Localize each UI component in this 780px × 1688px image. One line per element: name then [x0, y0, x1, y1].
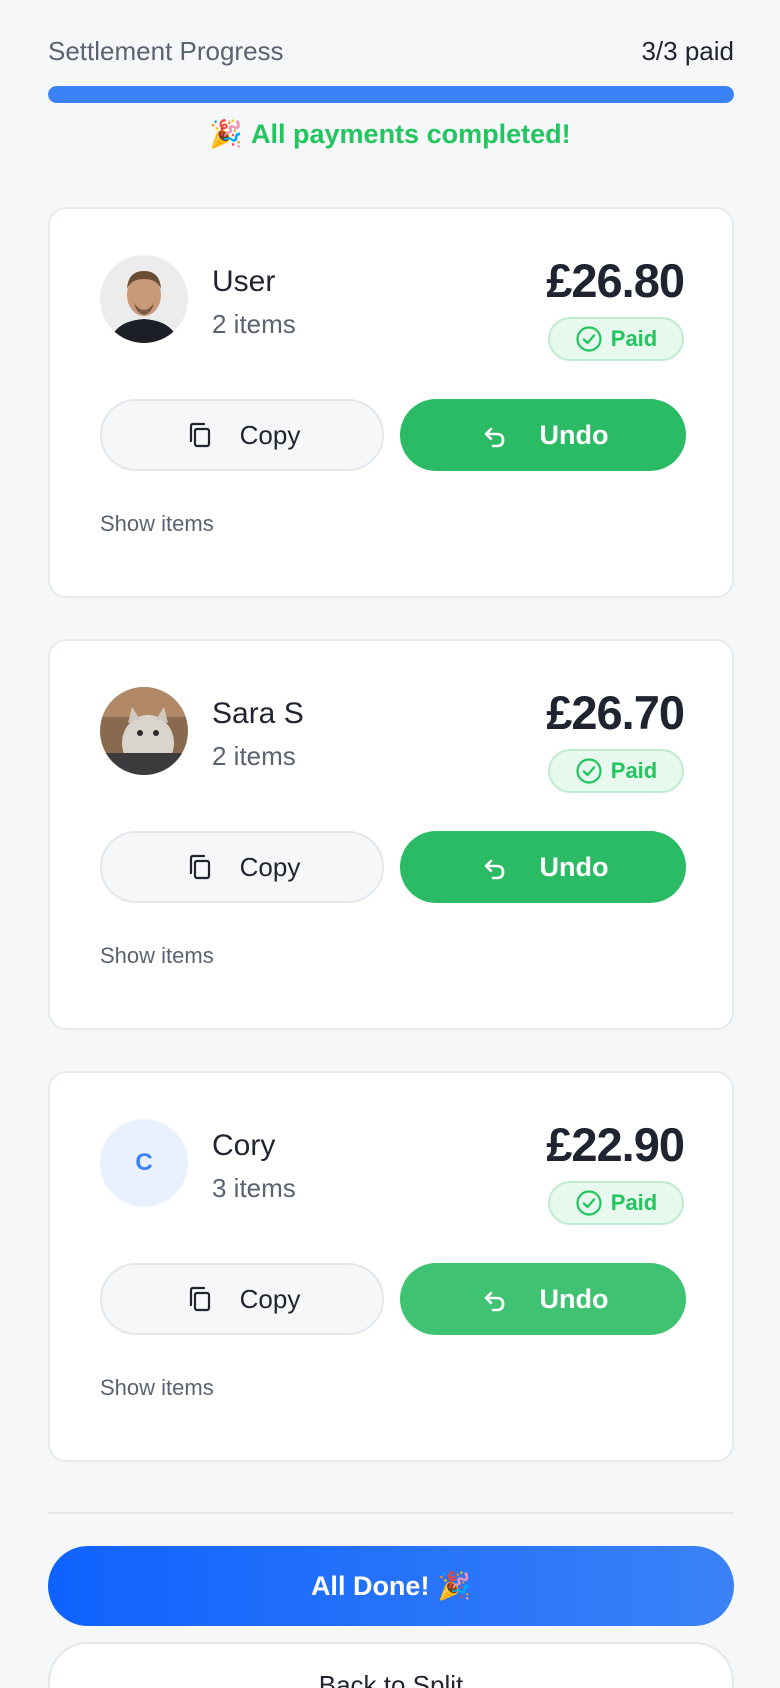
progress-header: Settlement Progress 3/3 paid [48, 36, 734, 66]
cat-photo-icon [100, 687, 188, 775]
paid-badge: Paid [548, 317, 684, 361]
person-card: Sara S 2 items £26.70 Paid Copy Undo Sho… [48, 639, 734, 1030]
party-popper-icon: 🎉 [437, 1571, 472, 1601]
all-done-label: All Done! [310, 1570, 430, 1601]
amount-owed: £22.90 [546, 1118, 685, 1171]
person-name: Cory [212, 1129, 276, 1162]
copy-icon [189, 1286, 210, 1312]
check-circle-icon [576, 1190, 602, 1216]
undo-button-label: Undo [539, 1283, 609, 1314]
paid-badge: Paid [548, 1181, 684, 1225]
item-count: 3 items [212, 1173, 296, 1203]
person-name: Sara S [212, 697, 304, 730]
copy-button-label: Copy [239, 419, 301, 450]
back-to-split-label: Back to Split [318, 1670, 464, 1688]
check-circle-icon [576, 326, 602, 352]
party-popper-icon: 🎉 [209, 119, 244, 149]
undo-button[interactable]: Undo [400, 1263, 686, 1335]
paid-badge-label: Paid [610, 758, 658, 783]
undo-icon [484, 427, 504, 448]
progress-title: Settlement Progress [48, 35, 284, 66]
undo-button[interactable]: Undo [400, 399, 686, 471]
copy-icon [189, 422, 210, 448]
undo-icon [484, 1291, 504, 1312]
undo-button-label: Undo [539, 851, 609, 882]
completion-message: 🎉 All payments completed! [0, 118, 780, 150]
settlement-screen: Settlement Progress 3/3 paid 🎉 All paymen… [0, 0, 780, 1688]
person-name: User [212, 265, 276, 298]
person-card: User 2 items £26.80 Paid Copy Undo Show … [48, 207, 734, 598]
avatar [100, 255, 188, 343]
avatar [100, 687, 188, 775]
copy-button-label: Copy [239, 1283, 301, 1314]
amount-owed: £26.80 [546, 254, 685, 307]
item-count: 2 items [212, 309, 296, 339]
undo-button-label: Undo [539, 419, 609, 450]
back-to-split-button[interactable]: Back to Split [48, 1642, 734, 1688]
check-circle-icon [576, 758, 602, 784]
paid-badge-label: Paid [610, 1190, 658, 1215]
person-card: C Cory 3 items £22.90 Paid Copy Undo Sho [48, 1071, 734, 1462]
progress-bar [48, 86, 734, 103]
person-photo-icon [100, 255, 188, 343]
divider [48, 1512, 734, 1514]
paid-badge: Paid [548, 749, 684, 793]
copy-button[interactable]: Copy [100, 831, 384, 903]
completion-text: All payments completed! [251, 119, 571, 149]
undo-icon [484, 859, 504, 880]
progress-count: 3/3 paid [641, 35, 734, 66]
show-items-link[interactable]: Show items [100, 511, 214, 537]
undo-button[interactable]: Undo [400, 831, 686, 903]
copy-button[interactable]: Copy [100, 399, 384, 471]
show-items-link[interactable]: Show items [100, 943, 214, 969]
copy-icon [189, 854, 210, 880]
show-items-link[interactable]: Show items [100, 1375, 214, 1401]
avatar-initial: C [100, 1119, 188, 1207]
copy-button[interactable]: Copy [100, 1263, 384, 1335]
copy-button-label: Copy [239, 851, 301, 882]
all-done-button[interactable]: All Done! 🎉 [48, 1546, 734, 1626]
paid-badge-label: Paid [610, 326, 658, 351]
progress-bar-fill [48, 86, 734, 103]
amount-owed: £26.70 [546, 686, 685, 739]
item-count: 2 items [212, 741, 296, 771]
